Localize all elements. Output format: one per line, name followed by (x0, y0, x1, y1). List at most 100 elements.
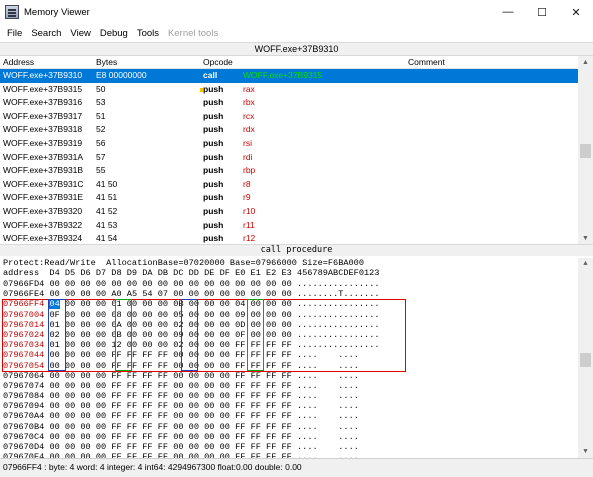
menu-search[interactable]: Search (31, 28, 61, 39)
hex-row-address: 07967094 (3, 401, 45, 412)
hex-row-bytes[interactable]: 02 00 00 00 0B 00 00 00 09 00 00 00 0F 0… (49, 330, 291, 340)
hex-row-ascii[interactable]: .... .... (297, 442, 380, 452)
disassembler-row[interactable]: WOFF.exe+37B9318 52 push rdx (0, 123, 578, 137)
row-opcode: push (203, 137, 224, 148)
hex-row-ascii[interactable]: ................ (297, 310, 380, 320)
hex-row-bytes[interactable]: 00 00 00 00 FF FF FF FF 00 00 00 00 FF F… (49, 381, 291, 391)
disassembler-row[interactable]: WOFF.exe+37B931A 57 push rdi (0, 151, 578, 165)
hex-row-ascii[interactable]: .... .... (297, 422, 380, 432)
hex-row[interactable]: 07967004 0F 00 00 00 08 00 00 00 05 00 0… (3, 310, 380, 320)
hex-row-ascii[interactable]: ................ (297, 320, 380, 330)
disassembler-row[interactable]: WOFF.exe+37B931B 55 push rbp (0, 164, 578, 178)
hex-row-bytes[interactable]: 00 00 00 00 FF FF FF FF 00 00 00 00 FF F… (49, 361, 291, 371)
hex-row-address: 07967034 (3, 340, 45, 351)
column-address[interactable]: Address (3, 57, 34, 67)
disassembler-row[interactable]: WOFF.exe+37B931E 41 51 push r9 (0, 191, 578, 205)
hex-row-bytes[interactable]: 00 00 00 00 FF FF FF FF 00 00 00 00 FF F… (49, 422, 291, 432)
hex-row-ascii[interactable]: .... .... (297, 411, 380, 421)
disassembler-row[interactable]: WOFF.exe+37B931C 41 50 push r8 (0, 178, 578, 192)
disassembler-row[interactable]: WOFF.exe+37B9316 53 push rbx (0, 96, 578, 110)
hex-row[interactable]: 07967084 00 00 00 00 FF FF FF FF 00 00 0… (3, 391, 380, 401)
disassembler-row[interactable]: WOFF.exe+37B9310 E8 00000000 call WOFF.exe+… (0, 69, 578, 83)
hex-scrollbar[interactable]: ▲ ▼ (578, 258, 593, 458)
hex-row-bytes[interactable]: 00 00 00 00 00 00 00 00 00 00 00 00 00 0… (49, 279, 291, 289)
instruction-description: call procedure (0, 244, 593, 256)
hex-row-bytes[interactable]: 00 00 00 00 FF FF FF FF 00 00 00 00 FF F… (49, 442, 291, 452)
memory-viewer-icon (5, 5, 19, 19)
column-comment[interactable]: Comment (408, 57, 445, 67)
hex-row[interactable]: 07967014 01 00 00 00 0A 00 00 00 02 00 0… (3, 320, 380, 330)
hex-row[interactable]: 07967024 02 00 00 00 0B 00 00 00 09 00 0… (3, 330, 380, 340)
hex-row-ascii[interactable]: ................ (297, 279, 380, 289)
disassembler-row[interactable]: WOFF.exe+37B9322 41 53 push r11 (0, 219, 578, 233)
hex-row-bytes[interactable]: 04 00 00 00 01 00 00 00 0B 00 00 00 04 0… (49, 299, 292, 310)
minimize-button[interactable]: — (491, 0, 525, 24)
hex-row[interactable]: 079670C4 00 00 00 00 FF FF FF FF 00 00 0… (3, 432, 380, 442)
hex-view[interactable]: Protect:Read/Write AllocationBase=070200… (0, 258, 593, 458)
hex-row-bytes[interactable]: 01 00 00 00 12 00 00 00 02 00 00 00 FF F… (49, 340, 291, 350)
hex-row-bytes[interactable]: 00 00 00 00 FF FF FF FF 00 00 00 00 FF F… (49, 371, 291, 381)
hex-row-ascii[interactable]: .... .... (297, 381, 380, 391)
column-bytes[interactable]: Bytes (96, 57, 117, 67)
hex-row-bytes[interactable]: 00 00 00 00 FF FF FF FF 00 00 00 00 FF F… (49, 401, 291, 411)
title-bar: Memory Viewer — ☐ ✕ (0, 0, 593, 24)
menu-file[interactable]: File (7, 28, 22, 39)
disassembler-row[interactable]: WOFF.exe+37B9315 50 push rax (0, 83, 578, 97)
menu-view[interactable]: View (70, 28, 90, 39)
disassembler-scrollbar[interactable]: ▲ ▼ (578, 56, 593, 244)
hex-row-ascii[interactable]: .... .... (297, 361, 380, 371)
hex-row[interactable]: 07966FD4 00 00 00 00 00 00 00 00 00 00 0… (3, 279, 380, 289)
hex-row-ascii[interactable]: .... .... (297, 350, 380, 360)
column-opcode[interactable]: Opcode (203, 57, 233, 67)
row-bytes: E8 00000000 (96, 70, 147, 80)
disassembler-row[interactable]: WOFF.exe+37B9320 41 52 push r10 (0, 205, 578, 219)
hex-row-ascii[interactable]: .... .... (297, 401, 380, 411)
hex-row-bytes[interactable]: 0F 00 00 00 08 00 00 00 05 00 00 00 09 0… (49, 310, 291, 320)
hex-row[interactable]: 07967094 00 00 00 00 FF FF FF FF 00 00 0… (3, 401, 380, 411)
hex-row-ascii[interactable]: ................ (297, 330, 380, 340)
hex-scroll-down-arrow-icon[interactable]: ▼ (578, 446, 593, 458)
hex-row-bytes[interactable]: 00 00 00 00 FF FF FF FF 00 00 00 00 FF F… (49, 391, 291, 401)
hex-row[interactable]: 079670B4 00 00 00 00 FF FF FF FF 00 00 0… (3, 422, 380, 432)
hex-row-ascii[interactable]: ........T....... (297, 289, 380, 299)
hex-row-ascii[interactable]: .... .... (297, 371, 380, 381)
hex-row-bytes[interactable]: 00 00 00 00 FF FF FF FF 00 00 00 00 FF F… (49, 411, 291, 421)
hex-scroll-up-arrow-icon[interactable]: ▲ (578, 258, 593, 270)
hex-row[interactable]: 07967074 00 00 00 00 FF FF FF FF 00 00 0… (3, 381, 380, 391)
hex-row-bytes[interactable]: 00 00 00 00 FF FF FF FF 00 00 00 00 FF F… (49, 432, 291, 442)
scroll-down-arrow-icon[interactable]: ▼ (578, 232, 593, 244)
hex-row-ascii[interactable]: ................ (297, 340, 380, 350)
current-address-bar[interactable]: WOFF.exe+37B9310 (0, 42, 593, 56)
menu-debug[interactable]: Debug (100, 28, 128, 39)
hex-row[interactable]: 07966FF4 04 00 00 00 01 00 00 00 0B 00 0… (3, 299, 380, 310)
hex-row-ascii[interactable]: .... .... (297, 432, 380, 442)
row-operand: rcx (243, 110, 255, 121)
hex-row-ascii[interactable]: ................ (297, 299, 380, 309)
selected-byte[interactable]: 04 (49, 299, 60, 310)
scrollbar-thumb[interactable] (580, 144, 591, 158)
disassembler-row[interactable]: WOFF.exe+37B9319 56 push rsi (0, 137, 578, 151)
hex-row-ascii[interactable]: .... .... (297, 391, 380, 401)
hex-row[interactable]: 079670A4 00 00 00 00 FF FF FF FF 00 00 0… (3, 411, 380, 421)
hex-row[interactable]: 07967034 01 00 00 00 12 00 00 00 02 00 0… (3, 340, 380, 350)
menu-kernel-tools[interactable]: Kernel tools (168, 28, 218, 39)
hex-row-bytes[interactable]: 00 00 00 00 FF FF FF FF 00 00 00 00 FF F… (49, 350, 291, 360)
close-button[interactable]: ✕ (559, 0, 593, 24)
row-operand: WOFF.exe+37B9315 (243, 70, 323, 80)
row-opcode: push (203, 219, 224, 230)
scroll-up-arrow-icon[interactable]: ▲ (578, 56, 593, 68)
hex-row[interactable]: 07966FE4 00 00 00 00 A0 A5 54 07 00 00 0… (3, 289, 380, 299)
hex-scrollbar-thumb[interactable] (580, 353, 591, 367)
maximize-button[interactable]: ☐ (525, 0, 559, 24)
disassembler-view[interactable]: Address Bytes Opcode Comment WOFF.exe+37… (0, 56, 593, 246)
hex-row-bytes[interactable]: 00 00 00 00 A0 A5 54 07 00 00 00 00 00 0… (49, 289, 291, 299)
hex-row[interactable]: 07967044 00 00 00 00 FF FF FF FF 00 00 0… (3, 350, 380, 360)
row-operand: r11 (243, 219, 255, 230)
menu-tools[interactable]: Tools (137, 28, 159, 39)
hex-row[interactable]: 079670D4 00 00 00 00 FF FF FF FF 00 00 0… (3, 442, 380, 452)
hex-row-bytes[interactable]: 01 00 00 00 0A 00 00 00 02 00 00 00 0D 0… (49, 320, 291, 330)
row-address: WOFF.exe+37B9316 (3, 97, 83, 108)
disassembler-row[interactable]: WOFF.exe+37B9317 51 push rcx (0, 110, 578, 124)
hex-row[interactable]: 07967064 00 00 00 00 FF FF FF FF 00 00 0… (3, 371, 380, 381)
hex-row[interactable]: 07967054 00 00 00 00 FF FF FF FF 00 00 0… (3, 361, 380, 371)
